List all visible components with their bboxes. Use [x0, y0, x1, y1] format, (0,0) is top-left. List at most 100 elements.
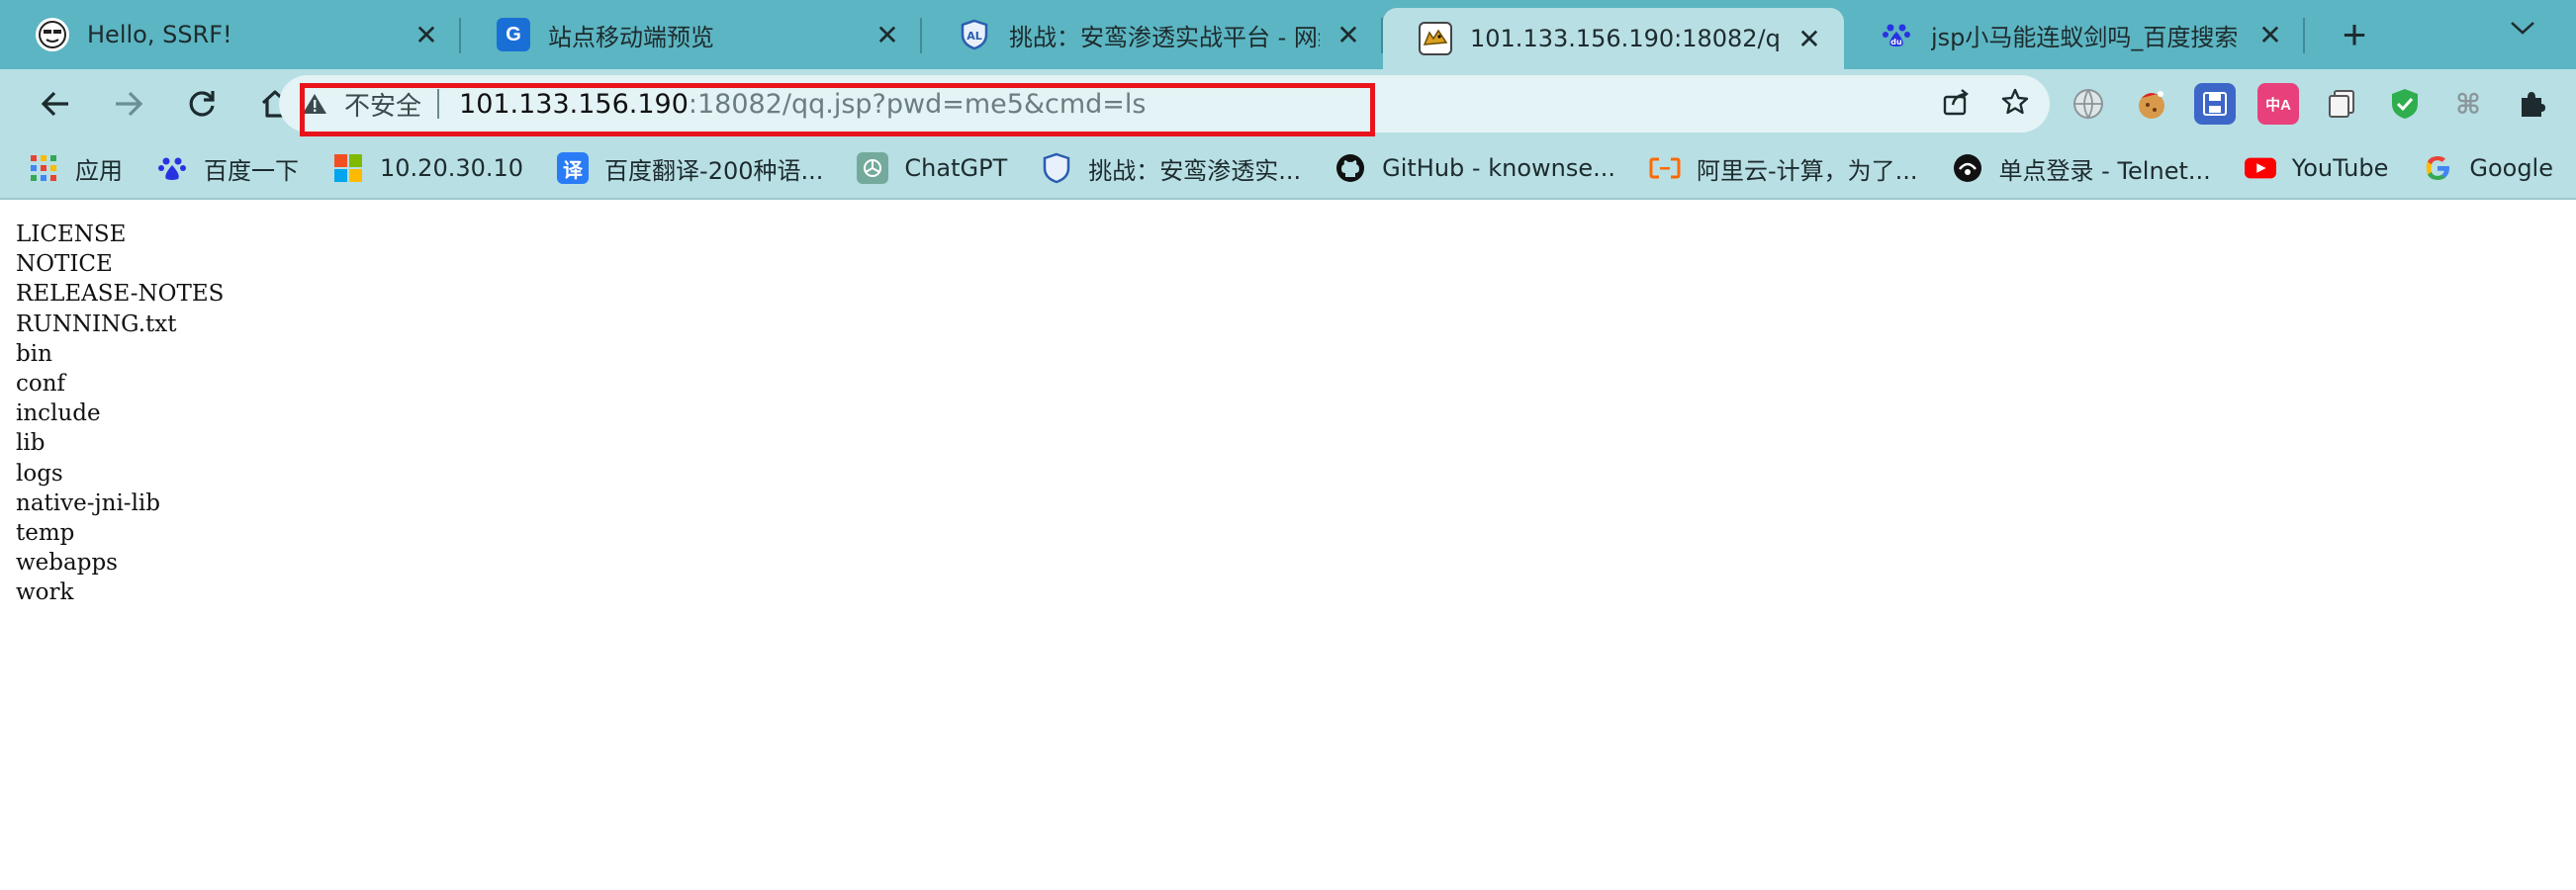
- svg-text:AL: AL: [966, 30, 982, 43]
- url-path: :18082/qq.jsp?pwd=me5&cmd=ls: [688, 88, 1147, 120]
- youtube-icon: [2244, 152, 2276, 184]
- new-tab-button[interactable]: +: [2325, 5, 2384, 64]
- bookmark-label: 挑战：安鸾渗透实...: [1088, 156, 1302, 185]
- tab-title: 101.133.156.190:18082/qq.jsp: [1470, 25, 1781, 52]
- bookmark-label: GitHub - knownse...: [1382, 154, 1615, 182]
- meme-face-icon: [36, 18, 69, 51]
- browser-toolbar: 不安全 101.133.156.190:18082/qq.jsp?pwd=me5…: [0, 69, 2576, 138]
- bookmark-anluan[interactable]: 挑战：安鸾渗透实...: [1041, 151, 1301, 186]
- address-bar[interactable]: 不安全 101.133.156.190:18082/qq.jsp?pwd=me5…: [279, 75, 2050, 133]
- forward-button[interactable]: [97, 72, 160, 135]
- translate-icon: 译: [557, 152, 590, 184]
- listing-entry: LICENSE: [16, 222, 127, 247]
- bookmark-github[interactable]: GitHub - knownse...: [1334, 152, 1615, 184]
- tab-separator: [2303, 18, 2305, 53]
- copy-extension-icon[interactable]: [2321, 83, 2362, 125]
- tab-hello-ssrf[interactable]: Hello, SSRF! ✕: [0, 0, 461, 69]
- listing-entry: work: [16, 579, 74, 606]
- tab-anluan-challenge[interactable]: AL 挑战：安鸾渗透实战平台 - 网络 ✕: [922, 0, 1383, 69]
- bookmark-label: YouTube: [2291, 154, 2389, 182]
- tab-baidu-search[interactable]: du jsp小马能连蚁剑吗_百度搜索 ✕: [1844, 0, 2305, 69]
- bookmark-aliyun[interactable]: 阿里云-计算，为了...: [1649, 151, 1918, 186]
- url-text[interactable]: 101.133.156.190:18082/qq.jsp?pwd=me5&cmd…: [459, 89, 1146, 120]
- bookmark-baidu[interactable]: 百度一下: [156, 151, 299, 186]
- site-logo-icon: G: [497, 18, 530, 51]
- listing-entry: conf: [16, 371, 66, 398]
- aliyun-icon: [1649, 152, 1681, 184]
- listing-entry: lib: [16, 430, 46, 457]
- close-icon[interactable]: ✕: [871, 18, 904, 51]
- baidu-paw-icon: [156, 152, 188, 184]
- listing-entry: temp: [16, 520, 75, 547]
- translate-extension-icon[interactable]: 中A: [2257, 83, 2299, 125]
- shield-check-extension-icon[interactable]: [2384, 83, 2426, 125]
- save-extension-icon[interactable]: [2194, 83, 2236, 125]
- windows-logo-icon: [332, 152, 364, 184]
- page-content: LICENSE NOTICE RELEASE-NOTES RUNNING.txt bin…: [0, 202, 2576, 890]
- listing-entry: NOTICE: [16, 251, 113, 278]
- listing-entry: logs: [16, 460, 63, 487]
- listing-entry: RELEASE-NOTES: [16, 281, 225, 308]
- omnibox-divider: [437, 89, 440, 119]
- globe-extension-icon[interactable]: [2068, 83, 2109, 125]
- listing-entry: include: [16, 400, 101, 427]
- warning-icon[interactable]: [301, 90, 328, 118]
- extensions-area: 中A ⌘: [2068, 69, 2552, 138]
- shield-logo-icon: AL: [958, 18, 991, 51]
- directory-listing: LICENSE NOTICE RELEASE-NOTES RUNNING.txt bin…: [16, 220, 224, 608]
- tab-strip: Hello, SSRF! ✕ G 站点移动端预览 ✕ AL 挑战：安鸾渗透实战平…: [0, 0, 2576, 69]
- google-icon: [2422, 152, 2453, 184]
- bookmark-label: 百度一下: [204, 156, 299, 185]
- bookmark-label: 应用: [75, 156, 123, 185]
- back-button[interactable]: [24, 72, 87, 135]
- cookie-extension-icon[interactable]: [2131, 83, 2172, 125]
- reload-icon: [189, 91, 215, 117]
- tomcat-icon: [1419, 22, 1452, 55]
- shield-logo-icon: [1041, 152, 1072, 184]
- arrow-right-icon: [116, 91, 143, 117]
- puzzle-icon[interactable]: [2511, 83, 2552, 125]
- bookmark-apps[interactable]: 应用: [28, 151, 123, 186]
- arrow-left-icon: [41, 91, 68, 117]
- tab-qq-jsp[interactable]: 101.133.156.190:18082/qq.jsp ✕: [1383, 8, 1844, 69]
- close-icon[interactable]: ✕: [1332, 18, 1365, 51]
- close-icon[interactable]: ✕: [1793, 22, 1826, 55]
- baidu-paw-icon: du: [1880, 18, 1913, 51]
- github-icon: [1334, 152, 1366, 184]
- tab-title: Hello, SSRF!: [87, 21, 232, 48]
- telnet-icon: [1952, 152, 1983, 184]
- bookmark-label: 单点登录 - Telnet...: [1998, 156, 2211, 185]
- bookmark-label: 10.20.30.10: [380, 154, 524, 182]
- bookmark-telnet-sso[interactable]: 单点登录 - Telnet...: [1952, 151, 2211, 186]
- star-icon[interactable]: [2000, 87, 2030, 122]
- listing-entry: webapps: [16, 550, 118, 577]
- bookmark-google[interactable]: Google: [2422, 152, 2553, 184]
- insecure-label[interactable]: 不安全: [344, 86, 421, 123]
- tab-title: 站点移动端预览: [548, 23, 714, 51]
- bookmark-label: Google: [2469, 154, 2553, 182]
- tab-site-preview[interactable]: G 站点移动端预览 ✕: [461, 0, 922, 69]
- omnibox-actions: [1941, 75, 2030, 133]
- bookmark-label: ChatGPT: [904, 154, 1008, 182]
- chevron-down-icon[interactable]: [2509, 16, 2536, 44]
- close-icon[interactable]: ✕: [410, 18, 443, 51]
- bookmark-label: 阿里云-计算，为了...: [1697, 156, 1918, 185]
- bookmark-chatgpt[interactable]: ChatGPT: [857, 152, 1007, 184]
- plus-icon: +: [2342, 11, 2367, 57]
- reload-button[interactable]: [170, 72, 233, 135]
- bookmark-label: 百度翻译-200种语...: [604, 156, 824, 185]
- bookmark-baidu-translate[interactable]: 译 百度翻译-200种语...: [557, 151, 823, 186]
- apps-grid-icon: [28, 152, 59, 184]
- listing-entry: native-jni-lib: [16, 490, 161, 516]
- tab-title: 挑战：安鸾渗透实战平台 - 网络: [1009, 23, 1320, 51]
- close-icon[interactable]: ✕: [2254, 18, 2287, 51]
- tab-title: jsp小马能连蚁剑吗_百度搜索: [1931, 23, 2239, 51]
- command-extension-icon[interactable]: ⌘: [2447, 83, 2489, 125]
- share-icon[interactable]: [1941, 87, 1971, 122]
- url-host: 101.133.156.190: [459, 88, 689, 120]
- listing-entry: bin: [16, 340, 52, 367]
- bookmark-10-20-30-10[interactable]: 10.20.30.10: [332, 152, 523, 184]
- listing-entry: RUNNING.txt: [16, 311, 177, 337]
- bookmark-youtube[interactable]: YouTube: [2244, 152, 2389, 184]
- chatgpt-icon: [857, 152, 889, 184]
